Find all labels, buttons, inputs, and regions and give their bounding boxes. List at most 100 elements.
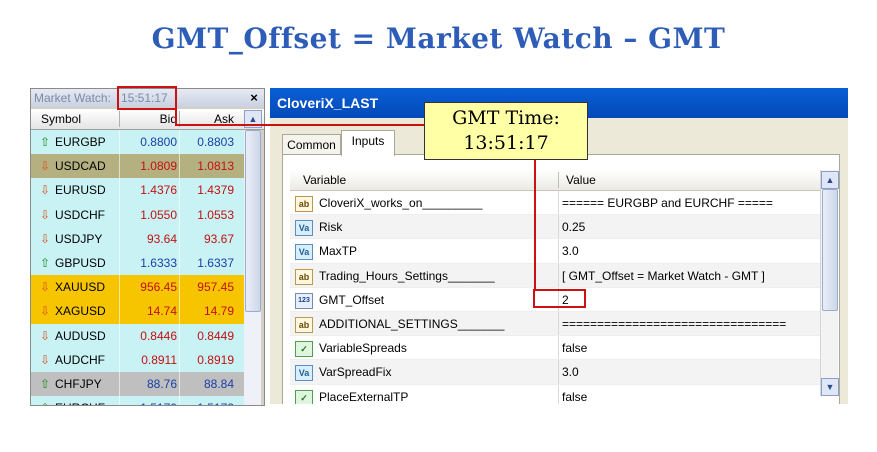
- ask-cell: 93.67: [203, 231, 234, 246]
- symbol-cell: USDJPY: [55, 231, 103, 246]
- variable-value[interactable]: 0.25: [562, 215, 585, 239]
- scroll-down-icon[interactable]: ▼: [821, 378, 839, 396]
- variable-name: MaxTP: [319, 244, 358, 259]
- symbol-cell: USDCHF: [55, 207, 105, 222]
- ask-cell: 0.8449: [197, 328, 234, 343]
- input-row[interactable]: ab ADDITIONAL_SETTINGS_______ ============…: [290, 311, 820, 337]
- bid-cell: 1.4376: [140, 183, 177, 198]
- tab-inputs[interactable]: Inputs: [341, 130, 395, 156]
- arrow-up-icon: ⇧: [39, 135, 51, 149]
- variable-name: Risk: [319, 220, 343, 235]
- market-watch-row[interactable]: ⇩ USDCAD 1.0809 1.0813: [31, 154, 244, 179]
- column-header-variable[interactable]: Variable: [303, 170, 346, 190]
- arrow-down-icon: ⇩: [39, 304, 51, 319]
- double-icon: Va: [295, 220, 313, 237]
- column-header-ask[interactable]: Ask: [181, 109, 234, 129]
- dialog-title: CloveriX_LAST: [277, 95, 379, 111]
- column-header-bid[interactable]: Bid: [119, 109, 177, 129]
- market-watch-row[interactable]: ⇩ USDJPY 93.64 93.67: [31, 226, 244, 251]
- variable-value[interactable]: 3.0: [562, 239, 579, 263]
- callout-time: 13:51:17: [463, 132, 549, 154]
- column-header-symbol[interactable]: Symbol: [41, 109, 81, 129]
- variable-value[interactable]: ====== EURGBP and EURCHF =====: [562, 191, 773, 215]
- bid-cell: 88.76: [146, 376, 177, 391]
- bid-cell: 0.8800: [140, 135, 177, 149]
- market-watch-row[interactable]: ⇩ EURUSD 1.4376 1.4379: [31, 178, 244, 203]
- bid-cell: 1.0809: [140, 159, 177, 174]
- input-row[interactable]: ab Trading_Hours_Settings_______ [ GMT_Off…: [290, 263, 820, 288]
- arrow-up-icon: ⇧: [39, 255, 51, 270]
- input-row[interactable]: Va VarSpreadFix 3.0: [290, 360, 820, 385]
- ask-cell: 1.6337: [197, 255, 234, 270]
- ask-cell: 1.0553: [197, 207, 234, 222]
- input-row[interactable]: ✓ PlaceExternalTP false: [290, 384, 820, 405]
- variable-name: VariableSpreads: [319, 341, 407, 356]
- variable-value[interactable]: false: [562, 385, 587, 405]
- ask-cell: 1.0813: [197, 159, 234, 174]
- variable-name: Trading_Hours_Settings_______: [319, 268, 495, 283]
- variable-value[interactable]: [ GMT_Offset = Market Watch - GMT ]: [562, 264, 765, 288]
- symbol-cell: XAGUSD: [55, 304, 106, 319]
- integer-icon: 123: [295, 292, 313, 309]
- arrow-down-icon: ⇩: [39, 183, 51, 198]
- ask-cell: 0.8919: [197, 352, 234, 367]
- bid-cell: 0.8911: [141, 352, 177, 367]
- arrow-up-icon: ⇧: [39, 396, 51, 405]
- bid-cell: 956.45: [140, 280, 177, 295]
- input-row[interactable]: Va Risk 0.25: [290, 215, 820, 240]
- market-watch-header: Symbol Bid Ask: [31, 109, 264, 130]
- connector-line: [175, 108, 177, 126]
- symbol-cell: AUDUSD: [55, 328, 106, 343]
- symbol-cell: CHFJPY: [55, 376, 102, 391]
- market-watch-row[interactable]: ⇧ EURCHF 1.5179 1.5172: [31, 396, 244, 405]
- bid-cell: 1.0550: [140, 207, 177, 222]
- tab-common[interactable]: Common: [282, 134, 341, 155]
- ask-cell: 1.4379: [197, 183, 234, 198]
- connector-line: [534, 158, 536, 291]
- variable-name: PlaceExternalTP: [319, 389, 409, 404]
- inputs-scroll-thumb[interactable]: [822, 189, 838, 311]
- market-watch-row[interactable]: ⇧ GBPUSD 1.6333 1.6337: [31, 250, 244, 276]
- arrow-down-icon: ⇩: [39, 159, 51, 174]
- bid-cell: 1.5179: [119, 396, 177, 405]
- scroll-up-icon[interactable]: ▲: [821, 171, 839, 189]
- bid-cell: 93.64: [146, 231, 177, 246]
- market-watch-title: Market Watch:: [34, 91, 111, 105]
- ask-cell: 1.5172: [181, 396, 234, 405]
- symbol-cell: USDCAD: [55, 159, 106, 174]
- column-header-value[interactable]: Value: [566, 170, 596, 190]
- variable-name: VarSpreadFix: [319, 365, 392, 380]
- variable-value[interactable]: ================================: [562, 312, 786, 336]
- string-icon: ab: [295, 196, 313, 212]
- market-watch-scroll-thumb[interactable]: [245, 130, 261, 312]
- close-icon[interactable]: ×: [246, 89, 262, 107]
- symbol-cell: EURCHF: [55, 396, 105, 405]
- arrow-down-icon: ⇩: [39, 207, 51, 222]
- market-watch-row[interactable]: ⇩ AUDCHF 0.8911 0.8919: [31, 347, 244, 372]
- arrow-up-icon: ⇧: [39, 376, 51, 391]
- market-watch-time-highlight: [117, 86, 177, 110]
- input-row[interactable]: Va MaxTP 3.0: [290, 239, 820, 264]
- arrow-down-icon: ⇩: [39, 280, 51, 295]
- bid-cell: 14.74: [146, 304, 177, 319]
- market-watch-row[interactable]: ⇩ AUDUSD 0.8446 0.8449: [31, 323, 244, 348]
- symbol-cell: GBPUSD: [55, 255, 106, 270]
- string-icon: ab: [295, 316, 313, 333]
- bid-cell: 1.6333: [140, 255, 177, 270]
- variable-value[interactable]: false: [562, 336, 587, 360]
- market-watch-row[interactable]: ⇩ XAUUSD 956.45 957.45: [31, 275, 244, 300]
- market-watch-row[interactable]: ⇩ XAGUSD 14.74 14.79: [31, 299, 244, 324]
- arrow-down-icon: ⇩: [39, 352, 51, 367]
- ask-cell: 957.45: [197, 280, 234, 295]
- variable-name: GMT_Offset: [319, 292, 385, 307]
- boolean-icon: ✓: [295, 389, 313, 404]
- ask-cell: 88.84: [203, 376, 234, 391]
- market-watch-row[interactable]: ⇩ USDCHF 1.0550 1.0553: [31, 202, 244, 227]
- input-row[interactable]: ✓ VariableSpreads false: [290, 336, 820, 361]
- input-row[interactable]: ab CloveriX_works_on_________ ====== EURGB…: [290, 191, 820, 216]
- variable-value[interactable]: 3.0: [562, 360, 579, 384]
- connector-line: [175, 124, 425, 126]
- market-watch-row[interactable]: ⇧ EURGBP 0.8800 0.8803: [31, 130, 244, 155]
- market-watch-row[interactable]: ⇧ CHFJPY 88.76 88.84: [31, 371, 244, 397]
- boolean-icon: ✓: [295, 341, 313, 358]
